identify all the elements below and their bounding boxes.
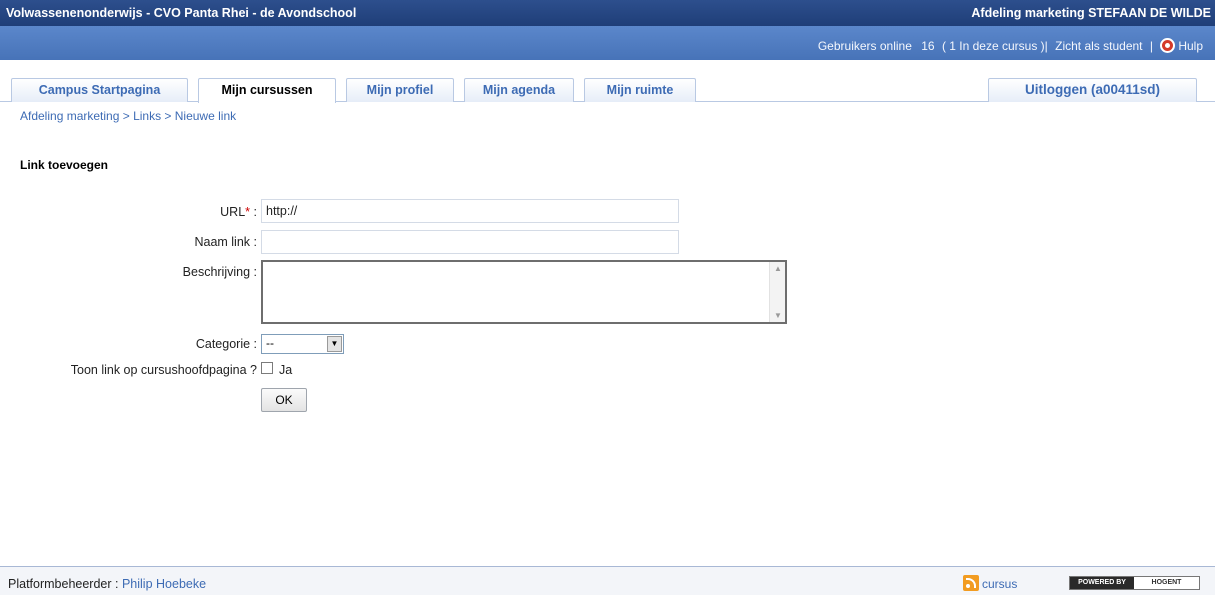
- sub-header-bar: Gebruikers online 16 ( 1 In deze cursus …: [0, 26, 1215, 60]
- rss-course-link[interactable]: cursus: [982, 577, 1017, 591]
- powered-brand-text: HOGENT: [1134, 577, 1199, 589]
- chevron-down-icon[interactable]: ▼: [327, 336, 342, 352]
- powered-by-badge[interactable]: POWERED BY HOGENT: [1069, 576, 1200, 590]
- rss-icon[interactable]: [963, 575, 979, 591]
- url-input[interactable]: [261, 199, 679, 223]
- in-course-count[interactable]: ( 1 In deze cursus )|: [942, 39, 1048, 53]
- admin-name-link[interactable]: Philip Hoebeke: [122, 577, 206, 591]
- show-on-homepage-label: Toon link op cursushoofdpagina ?: [70, 363, 257, 377]
- powered-by-text: POWERED BY: [1070, 577, 1134, 589]
- category-label: Categorie :: [195, 337, 257, 351]
- student-view-link[interactable]: Zicht als student: [1055, 39, 1142, 53]
- tab-campus-startpagina[interactable]: Campus Startpagina: [11, 78, 188, 102]
- show-on-homepage-option: Ja: [279, 363, 293, 377]
- description-textarea[interactable]: ▲ ▼: [261, 260, 787, 324]
- url-label: URL* :: [220, 205, 257, 219]
- url-label-text: URL: [220, 205, 246, 219]
- course-owner: Afdeling marketing STEFAAN DE WILDE: [971, 6, 1211, 20]
- url-label-colon: :: [250, 205, 257, 219]
- scroll-down-icon[interactable]: ▼: [774, 311, 782, 320]
- help-link[interactable]: Hulp: [1178, 39, 1203, 53]
- tab-mijn-agenda[interactable]: Mijn agenda: [464, 78, 574, 102]
- admin-label: Platformbeheerder :: [8, 577, 119, 591]
- breadcrumb[interactable]: Afdeling marketing > Links > Nieuwe link: [20, 109, 236, 123]
- ok-button[interactable]: OK: [261, 388, 307, 412]
- platform-admin: Platformbeheerder : Philip Hoebeke: [8, 577, 206, 591]
- top-header-bar: Volwassenenonderwijs - CVO Panta Rhei - …: [0, 0, 1215, 26]
- users-online-label: Gebruikers online: [817, 39, 912, 53]
- users-online-count[interactable]: 16: [921, 39, 934, 53]
- scroll-up-icon[interactable]: ▲: [774, 264, 782, 273]
- description-label: Beschrijving :: [182, 265, 257, 279]
- tab-mijn-profiel[interactable]: Mijn profiel: [346, 78, 454, 102]
- tab-mijn-ruimte[interactable]: Mijn ruimte: [584, 78, 696, 102]
- help-icon[interactable]: [1160, 38, 1176, 53]
- logout-tab[interactable]: Uitloggen (a00411sd): [988, 78, 1197, 102]
- link-name-input[interactable]: [261, 230, 679, 254]
- site-title[interactable]: Volwassenenonderwijs - CVO Panta Rhei - …: [6, 6, 356, 20]
- category-selected-value: --: [266, 336, 274, 350]
- name-label: Naam link :: [194, 235, 257, 249]
- user-links: Gebruikers online 16 ( 1 In deze cursus …: [818, 38, 1203, 53]
- tab-mijn-cursussen[interactable]: Mijn cursussen: [198, 78, 336, 103]
- category-select[interactable]: -- ▼: [261, 334, 344, 354]
- show-on-homepage-checkbox[interactable]: [261, 362, 273, 374]
- textarea-scrollbar[interactable]: ▲ ▼: [769, 262, 785, 322]
- page-title: Link toevoegen: [20, 158, 109, 172]
- separator: |: [1149, 39, 1153, 53]
- footer: Platformbeheerder : Philip Hoebeke cursu…: [0, 566, 1215, 595]
